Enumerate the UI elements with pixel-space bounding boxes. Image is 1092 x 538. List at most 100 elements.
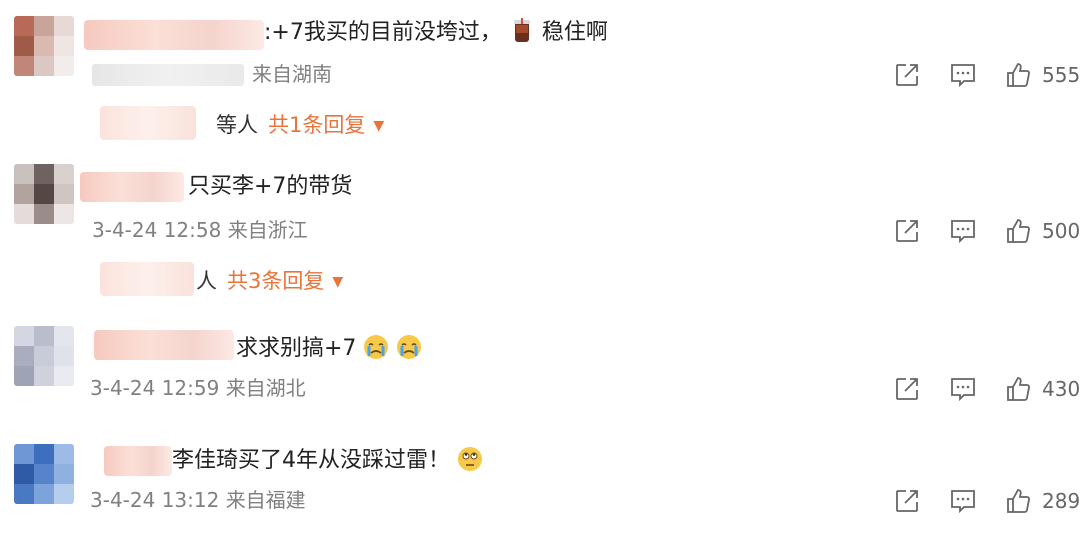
avatar-pixel <box>54 346 74 366</box>
comment-text-main: 李佳琦买了4年从没踩过雷！ <box>172 448 450 473</box>
avatar-pixel <box>34 184 54 204</box>
like-count: 289 <box>1042 489 1081 513</box>
drink-emoji <box>509 18 535 44</box>
comment-text: :+7我买的目前没垮过， 稳住啊 <box>264 18 608 48</box>
avatar-mosaic <box>14 326 74 386</box>
reply-who: 等人 <box>216 113 258 137</box>
avatar-pixel <box>34 444 54 464</box>
comment-location: 来自浙江 <box>227 218 308 242</box>
avatar-pixel <box>34 366 54 386</box>
like-icon[interactable] <box>1004 486 1034 516</box>
comment-time: 3-4-24 12:58 <box>92 218 222 242</box>
reply-summary[interactable]: 等人 共1条回复 ▼ <box>216 110 384 141</box>
share-icon[interactable] <box>892 374 922 404</box>
avatar-pixel <box>14 484 34 504</box>
avatar-pixel <box>34 326 54 346</box>
comment-time: 3-4-24 12:59 <box>90 376 220 400</box>
timestamp-blurred <box>92 64 244 86</box>
avatar-pixel <box>54 204 74 224</box>
comment-actions: 500 <box>892 216 1092 246</box>
avatar-pixel <box>14 444 34 464</box>
comment-text-main: 求求别搞+7 <box>236 336 357 361</box>
crying-emoji <box>363 334 389 360</box>
like-count: 500 <box>1042 219 1081 243</box>
avatar-mosaic <box>14 164 74 224</box>
username-blurred[interactable] <box>80 172 184 202</box>
comment-text-main: 只买李+7的带货 <box>188 174 353 199</box>
comment-item: 李佳琦买了4年从没踩过雷！ 3-4-24 13:12 来自福建 289 <box>0 430 1092 538</box>
avatar-pixel <box>14 204 34 224</box>
share-icon[interactable] <box>892 486 922 516</box>
avatar[interactable] <box>14 164 74 224</box>
comment-icon[interactable] <box>948 216 978 246</box>
avatar-pixel <box>34 484 54 504</box>
comment-meta: 3-4-24 12:59 来自湖北 <box>90 374 306 402</box>
reply-who: 人 <box>196 269 217 293</box>
like-icon[interactable] <box>1004 60 1034 90</box>
avatar[interactable] <box>14 16 74 76</box>
avatar-pixel <box>14 326 34 346</box>
comment-actions: 555 <box>892 60 1092 90</box>
avatar-pixel <box>14 366 34 386</box>
comment-icon[interactable] <box>948 374 978 404</box>
avatar-pixel <box>54 164 74 184</box>
comment-actions: 289 <box>892 486 1092 516</box>
avatar-pixel <box>14 56 34 76</box>
avatar-pixel <box>14 346 34 366</box>
comment-icon[interactable] <box>948 486 978 516</box>
chevron-down-icon[interactable]: ▼ <box>373 118 384 134</box>
avatar-mosaic <box>14 16 74 76</box>
reply-count[interactable]: 共1条回复 <box>268 113 365 137</box>
reply-count[interactable]: 共3条回复 <box>227 269 324 293</box>
avatar-pixel <box>54 326 74 346</box>
avatar-pixel <box>54 56 74 76</box>
avatar-pixel <box>14 464 34 484</box>
comment-actions: 430 <box>892 374 1092 404</box>
comment-icon[interactable] <box>948 60 978 90</box>
comment-meta: 3-4-24 13:12 来自福建 <box>90 486 306 514</box>
comment-item: :+7我买的目前没垮过， 稳住啊 来自湖南 555 等人 共1条回复 ▼ <box>0 0 1092 160</box>
avatar-pixel <box>34 36 54 56</box>
comment-text: 求求别搞+7 <box>236 334 422 364</box>
share-icon[interactable] <box>892 216 922 246</box>
reply-summary[interactable]: 人共3条回复 ▼ <box>196 266 343 297</box>
username-blurred[interactable] <box>84 20 264 50</box>
like-count: 430 <box>1042 377 1081 401</box>
avatar[interactable] <box>14 444 74 504</box>
avatar-pixel <box>14 184 34 204</box>
avatar-pixel <box>34 56 54 76</box>
username-blurred[interactable] <box>104 446 172 476</box>
avatar-pixel <box>54 184 74 204</box>
avatar-pixel <box>34 164 54 184</box>
comment-location: 来自湖北 <box>225 376 306 400</box>
comment-location: 来自湖南 <box>252 62 332 86</box>
comment-location: 来自福建 <box>225 488 306 512</box>
avatar-pixel <box>14 16 34 36</box>
like-icon[interactable] <box>1004 374 1034 404</box>
reply-avatar-blurred <box>100 106 196 140</box>
comment-text-main: :+7我买的目前没垮过， <box>264 20 502 45</box>
avatar-pixel <box>14 36 34 56</box>
chevron-down-icon[interactable]: ▼ <box>332 274 343 290</box>
comment-item: 只买李+7的带货 3-4-24 12:58 来自浙江 500 人 共3条回复 ▼ <box>0 160 1092 320</box>
crying-emoji <box>396 334 422 360</box>
avatar-pixel <box>34 16 54 36</box>
avatar-pixel <box>54 36 74 56</box>
eye-roll-emoji <box>457 446 483 472</box>
avatar-mosaic <box>14 444 74 504</box>
comment-meta: 3-4-24 12:58 来自浙江 <box>92 216 308 244</box>
avatar-pixel <box>34 464 54 484</box>
like-icon[interactable] <box>1004 216 1034 246</box>
like-count: 555 <box>1042 63 1081 87</box>
avatar[interactable] <box>14 326 74 386</box>
avatar-pixel <box>54 464 74 484</box>
avatar-pixel <box>54 16 74 36</box>
comment-time: 3-4-24 13:12 <box>90 488 220 512</box>
comment-text: 只买李+7的带货 <box>188 172 352 202</box>
share-icon[interactable] <box>892 60 922 90</box>
avatar-pixel <box>14 164 34 184</box>
username-blurred[interactable] <box>94 330 234 360</box>
comment-text: 李佳琦买了4年从没踩过雷！ <box>172 446 483 476</box>
avatar-pixel <box>54 366 74 386</box>
comment-text-tail: 稳住啊 <box>541 20 608 45</box>
